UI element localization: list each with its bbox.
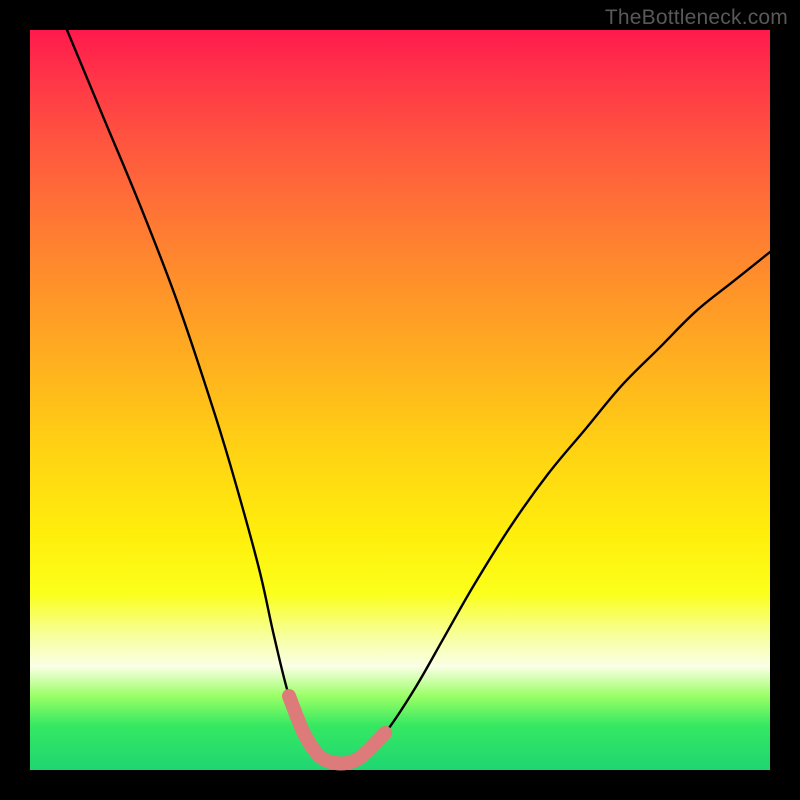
bottleneck-curve xyxy=(67,30,770,764)
chart-plot-area xyxy=(30,30,770,770)
watermark-text: TheBottleneck.com xyxy=(605,6,788,30)
chart-svg xyxy=(30,30,770,770)
outer-frame: TheBottleneck.com xyxy=(0,0,800,800)
optimal-range-highlight xyxy=(289,696,385,764)
